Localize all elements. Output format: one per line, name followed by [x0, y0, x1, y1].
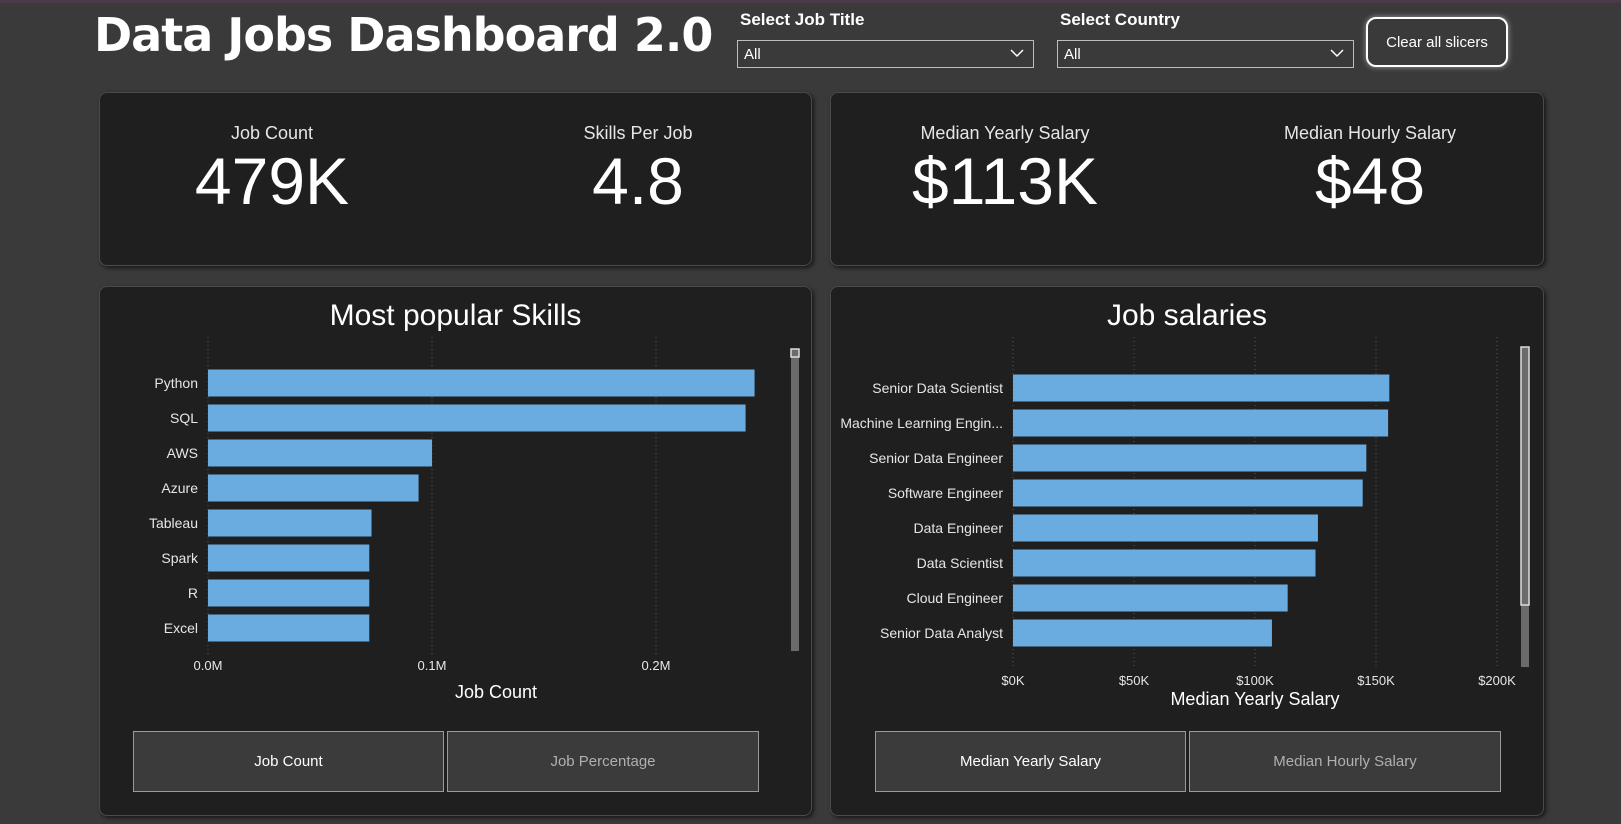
salary-bar — [1013, 444, 1367, 472]
salary-bar — [1013, 549, 1316, 577]
skills-category-label: Spark — [161, 550, 199, 566]
salary-category-label: Software Engineer — [888, 485, 1004, 501]
salary-bar — [1013, 584, 1288, 612]
top-border — [0, 0, 1621, 3]
skills-scrollbar — [791, 349, 799, 651]
job-count-label: Job Count — [230, 123, 314, 143]
skills-x-tick-label: 0.0M — [194, 658, 223, 673]
skills-x-tick-label: 0.2M — [642, 658, 671, 673]
skills-category-label: R — [188, 585, 198, 601]
skills-bar — [208, 614, 370, 642]
skills-bar — [208, 509, 372, 537]
salary-chart-card: Job salaries $0K $50K $100K $150K $200K Senio… — [830, 286, 1544, 816]
salary-bar — [1013, 514, 1318, 542]
salary-x-tick-label: $100K — [1236, 673, 1274, 688]
salary-category-label: Cloud Engineer — [906, 590, 1003, 606]
salary-category-label: Data Scientist — [917, 555, 1003, 571]
median-yearly-value: $113K — [912, 144, 1098, 218]
job-count-toggle-button[interactable]: Job Count — [133, 731, 444, 792]
kpi-card-right: Median Yearly Salary $113K Median Hourly… — [830, 92, 1544, 266]
kpi-card-left: Job Count 479K Skills Per Job 4.8 — [99, 92, 812, 266]
job-title-selected-value: All — [744, 46, 761, 63]
salary-x-axis-label: Median Yearly Salary — [1170, 689, 1339, 709]
skills-bar — [208, 544, 370, 572]
skills-category-label: Excel — [164, 620, 198, 636]
skills-bar — [208, 439, 432, 467]
clear-all-slicers-button[interactable]: Clear all slicers — [1366, 17, 1508, 67]
salary-x-tick-label: $200K — [1478, 673, 1516, 688]
skills-x-axis-label: Job Count — [455, 682, 537, 702]
salary-category-label: Machine Learning Engin... — [840, 415, 1003, 431]
job-count-kpi: Job Count 479K — [172, 123, 372, 214]
salary-category-label: Data Engineer — [913, 520, 1003, 536]
chevron-down-icon — [1330, 49, 1344, 58]
page-title: Data Jobs Dashboard 2.0 — [94, 8, 713, 62]
salary-bar — [1013, 409, 1389, 437]
skills-bar — [208, 474, 419, 502]
country-slicer-label: Select Country — [1060, 10, 1180, 29]
skills-bar — [208, 404, 746, 432]
skills-category-label: SQL — [170, 410, 198, 426]
country-dropdown[interactable]: All — [1057, 40, 1354, 68]
skills-chart-card: Most popular Skills 0.0M 0.1M 0.2M Python SQ… — [99, 286, 812, 816]
skills-bar — [208, 579, 370, 607]
skills-bar — [208, 369, 755, 397]
country-selected-value: All — [1064, 46, 1081, 63]
median-hourly-label: Median Hourly Salary — [1283, 123, 1457, 143]
job-count-value: 479K — [194, 144, 350, 218]
job-title-dropdown[interactable]: All — [737, 40, 1034, 68]
chevron-down-icon — [1010, 49, 1024, 58]
salary-bar — [1013, 619, 1272, 647]
skills-category-label: Azure — [161, 480, 198, 496]
salary-x-tick-label: $50K — [1119, 673, 1150, 688]
median-hourly-kpi: Median Hourly Salary $48 — [1250, 123, 1490, 214]
job-title-slicer-label: Select Job Title — [740, 10, 865, 29]
median-yearly-toggle-button[interactable]: Median Yearly Salary — [875, 731, 1186, 792]
skills-category-label: Tableau — [149, 515, 198, 531]
skills-per-job-value: 4.8 — [592, 144, 684, 218]
median-hourly-value: $48 — [1314, 144, 1426, 218]
salary-category-label: Senior Data Scientist — [872, 380, 1003, 396]
salary-category-label: Senior Data Analyst — [880, 625, 1003, 641]
median-yearly-label: Median Yearly Salary — [920, 123, 1090, 143]
salary-bar — [1013, 479, 1363, 507]
skills-category-label: AWS — [167, 445, 198, 461]
salary-scrollbar — [1521, 347, 1529, 667]
salary-bar — [1013, 374, 1390, 402]
salary-x-tick-label: $150K — [1357, 673, 1395, 688]
job-percentage-toggle-button[interactable]: Job Percentage — [447, 731, 759, 792]
salary-x-tick-label: $0K — [1001, 673, 1024, 688]
median-yearly-kpi: Median Yearly Salary $113K — [885, 123, 1125, 214]
salary-category-label: Senior Data Engineer — [869, 450, 1003, 466]
skills-category-label: Python — [154, 375, 198, 391]
skills-x-tick-label: 0.1M — [418, 658, 447, 673]
skills-per-job-label: Skills Per Job — [583, 123, 693, 143]
skills-per-job-kpi: Skills Per Job 4.8 — [538, 123, 738, 214]
median-hourly-toggle-button[interactable]: Median Hourly Salary — [1189, 731, 1501, 792]
